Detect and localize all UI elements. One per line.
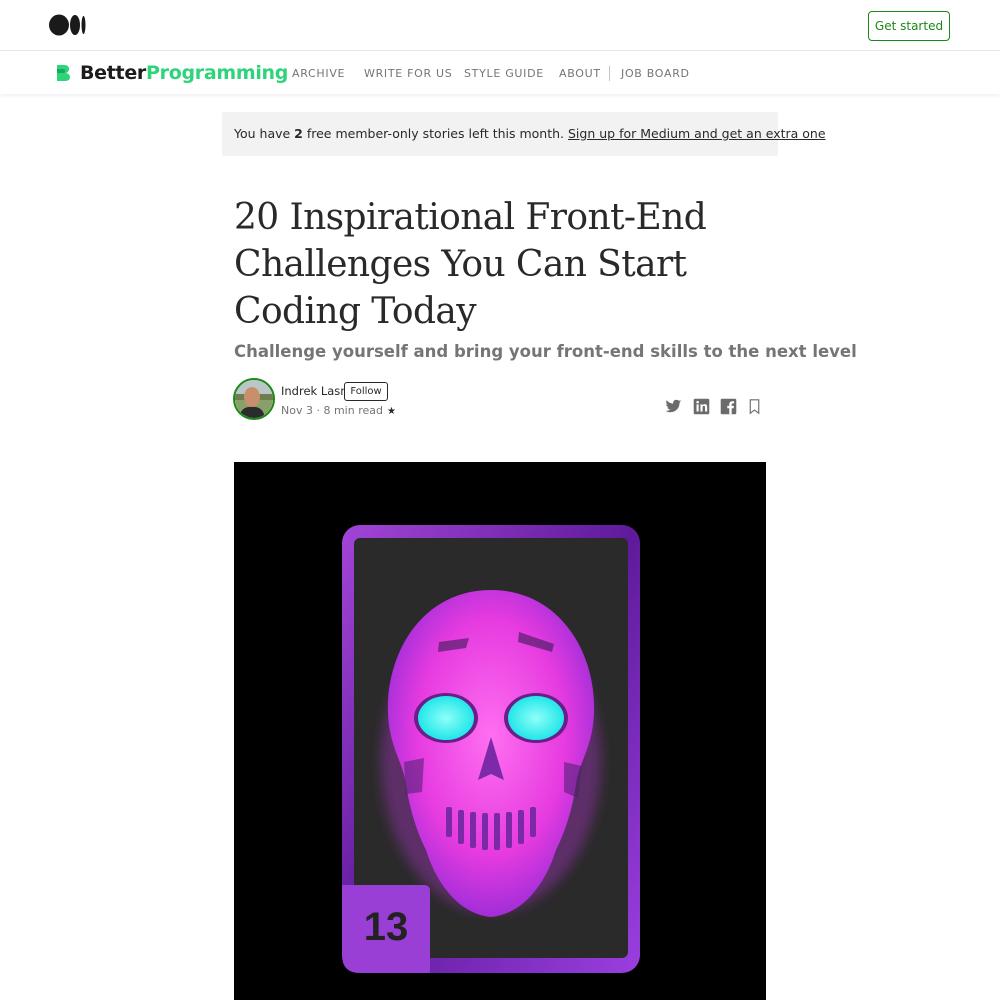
neon-skull-card-illustration: 13: [342, 525, 640, 973]
hero-image: 13: [234, 462, 766, 1000]
article-subtitle: Challenge yourself and bring your front-…: [234, 342, 857, 361]
better-programming-logo-icon: [57, 65, 70, 81]
nav-job-board[interactable]: JOB BOARD: [621, 67, 690, 80]
member-star-icon: ★: [386, 406, 396, 417]
twitter-icon[interactable]: [665, 398, 682, 415]
article-meta: Nov 3 · 8 min read ★: [281, 404, 396, 417]
banner-text: You have 2 free member-only stories left…: [234, 126, 826, 141]
nav-about[interactable]: ABOUT: [559, 67, 601, 80]
linkedin-icon[interactable]: [693, 398, 710, 415]
nav-archive[interactable]: ARCHIVE: [292, 67, 345, 80]
card-number: 13: [364, 905, 409, 949]
author-name[interactable]: Indrek Lasn: [281, 384, 348, 398]
signup-link[interactable]: Sign up for Medium and get an extra one: [568, 126, 826, 141]
publication-name: BetterProgramming: [80, 62, 289, 84]
publish-date: Nov 3: [281, 404, 313, 417]
follow-button[interactable]: Follow: [344, 382, 388, 401]
nav-style-guide[interactable]: STYLE GUIDE: [464, 67, 544, 80]
top-bar: Get started: [0, 0, 1000, 51]
medium-logo-icon[interactable]: [49, 14, 87, 36]
get-started-button[interactable]: Get started: [868, 11, 950, 41]
article-title: 20 Inspirational Front-End Challenges Yo…: [234, 197, 707, 332]
facebook-icon[interactable]: [720, 398, 737, 415]
nav-divider: [609, 66, 610, 81]
author-avatar[interactable]: [233, 378, 275, 420]
read-time: 8 min read: [323, 404, 383, 417]
nav-write-for-us[interactable]: WRITE FOR US: [364, 67, 453, 80]
author-photo: [235, 380, 273, 418]
publication-bar: BetterProgramming ARCHIVE WRITE FOR US S…: [0, 51, 1000, 94]
publication-logo[interactable]: BetterProgramming: [57, 62, 289, 84]
bookmark-icon[interactable]: [746, 398, 763, 415]
member-stories-banner: You have 2 free member-only stories left…: [222, 112, 826, 156]
